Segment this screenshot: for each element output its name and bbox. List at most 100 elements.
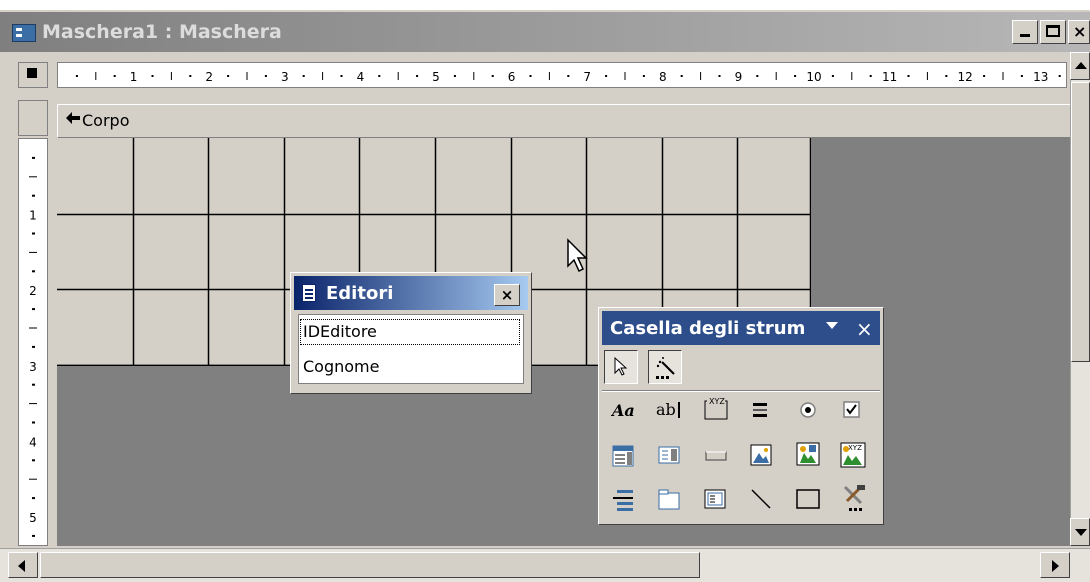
scroll-left-button[interactable]: [8, 552, 38, 578]
ruler-number: 1: [29, 209, 37, 223]
line-tool[interactable]: [744, 482, 778, 516]
page-break-icon: [613, 490, 633, 511]
ruler-dot: [756, 75, 759, 77]
arrow-up-icon: [1075, 62, 1087, 69]
rectangle-icon: [796, 489, 820, 509]
minimize-icon: [1020, 34, 1030, 37]
select-objects-tool[interactable]: [604, 350, 638, 384]
ruler-dot: [680, 75, 683, 77]
ruler-dot: [151, 75, 154, 77]
arrow-right-icon: [1052, 560, 1059, 572]
text-box-icon: ab: [656, 400, 680, 419]
vertical-scroll-thumb[interactable]: [1071, 82, 1090, 362]
close-icon: ×: [1073, 22, 1087, 41]
svg-text:XYZ: XYZ: [848, 444, 862, 452]
image-tool[interactable]: [744, 438, 778, 472]
list-box-tool[interactable]: [652, 438, 686, 472]
control-wizards-tool[interactable]: [648, 350, 682, 384]
close-button[interactable]: ×: [1068, 20, 1090, 44]
combo-box-tool[interactable]: [606, 438, 640, 472]
scroll-up-button[interactable]: [1070, 52, 1090, 80]
ruler-number: 8: [659, 70, 667, 84]
ruler-dot: [1020, 75, 1023, 77]
ruler-number: 12: [958, 70, 973, 84]
magic-wand-icon: [656, 357, 675, 379]
check-box-tool[interactable]: [836, 394, 870, 428]
ruler-number: 11: [882, 70, 897, 84]
maximize-icon: [1046, 25, 1060, 37]
minimize-button[interactable]: [1012, 20, 1038, 44]
scroll-right-button[interactable]: [1040, 552, 1070, 578]
section-selector[interactable]: [18, 100, 48, 136]
ruler-dot: [32, 345, 35, 348]
ruler-number: 5: [29, 511, 37, 525]
ruler-dot: [32, 156, 35, 159]
toggle-button-tool[interactable]: [744, 394, 778, 428]
subform-tool[interactable]: [698, 482, 732, 516]
page-break-tool[interactable]: [606, 482, 640, 516]
more-controls-tool[interactable]: [836, 478, 870, 512]
field-item-cognome[interactable]: Cognome: [303, 355, 379, 379]
ruler-number: 9: [735, 70, 743, 84]
ruler-number: 2: [29, 284, 37, 298]
ruler-dot: [794, 75, 797, 77]
ruler-dot: [32, 308, 35, 311]
field-item-ideditore[interactable]: IDEditore: [300, 319, 520, 345]
ruler-number: 1: [130, 70, 138, 84]
ruler-dot: [983, 75, 986, 77]
ruler-dot: [32, 270, 35, 273]
line-icon: [751, 489, 771, 509]
command-button-icon: [705, 451, 727, 461]
tab-control-tool[interactable]: [652, 482, 686, 516]
horizontal-ruler[interactable]: 1 2 3 4 5 6 7 8 9 10 11 12 13: [57, 62, 1067, 88]
option-group-tool[interactable]: XYZ: [698, 390, 732, 424]
ruler-dot: [453, 75, 456, 77]
field-list-icon: [302, 284, 316, 302]
vertical-ruler[interactable]: 1 2 3 4 5: [18, 138, 48, 546]
text-box-tool[interactable]: ab: [650, 394, 684, 428]
image-icon: [750, 444, 772, 466]
label-tool[interactable]: Aa: [606, 394, 640, 428]
ruler-dot: [491, 75, 494, 77]
mouse-cursor: [566, 238, 590, 278]
bound-object-frame-tool[interactable]: XYZ: [834, 436, 868, 470]
field-list-close-button[interactable]: ×: [494, 284, 520, 306]
scroll-down-button[interactable]: [1070, 518, 1090, 546]
ruler-dot: [945, 75, 948, 77]
subform-icon: [704, 489, 726, 509]
ruler-number: 10: [806, 70, 821, 84]
ruler-dot: [416, 75, 419, 77]
label-icon: Aa: [611, 401, 635, 420]
pointer-icon: [614, 356, 628, 376]
rectangle-tool[interactable]: [790, 482, 824, 516]
ruler-dot: [567, 75, 570, 77]
toolbox-title: Casella degli strum: [610, 318, 806, 339]
ruler-dot: [189, 75, 192, 77]
ruler-dot: [907, 75, 910, 77]
toolbox-options-icon[interactable]: [826, 322, 838, 329]
section-arrow-icon: [66, 111, 80, 131]
toggle-button-icon: [753, 403, 767, 417]
toolbox-close-button[interactable]: ×: [856, 316, 873, 342]
arrow-down-icon: [1075, 529, 1087, 536]
unbound-object-frame-tool[interactable]: [790, 436, 824, 470]
svg-text:Aa: Aa: [611, 401, 635, 420]
ruler-dot: [32, 194, 35, 197]
hammer-wrench-icon: [843, 485, 865, 511]
field-list[interactable]: IDEditore Cognome: [298, 314, 524, 384]
window-title: Maschera1 : Maschera: [42, 21, 282, 43]
ruler-dot: [113, 75, 116, 77]
command-button-tool[interactable]: [698, 438, 732, 472]
maximize-button[interactable]: [1040, 20, 1066, 44]
ruler-dot: [32, 232, 35, 235]
detail-section-header[interactable]: [57, 104, 1077, 138]
ruler-dot: [1058, 75, 1061, 77]
ruler-dot: [869, 75, 872, 77]
horizontal-ruler-ticks: 1 2 3 4 5 6 7 8 9 10 11 12 13: [75, 70, 1061, 84]
tab-control-icon: [658, 489, 680, 510]
ruler-dot: [32, 497, 35, 500]
horizontal-scroll-thumb[interactable]: [40, 552, 700, 578]
section-label: Corpo: [82, 111, 130, 130]
option-button-tool[interactable]: [792, 394, 826, 428]
ruler-number: 3: [29, 360, 37, 374]
